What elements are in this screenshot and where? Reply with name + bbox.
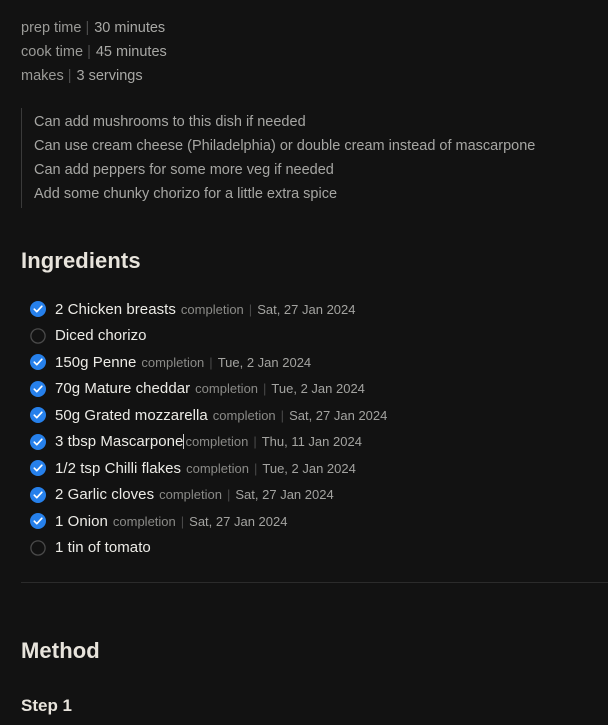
note-line: Can add mushrooms to this dish if needed <box>34 114 306 130</box>
ingredient-separator: | <box>180 513 185 529</box>
ingredient-name[interactable]: 50g Grated mozzarella <box>55 407 208 424</box>
metadata-value: 45 minutes <box>95 44 167 60</box>
ingredient-separator: | <box>280 407 285 423</box>
ingredient-name[interactable]: 1 Onion <box>55 513 108 530</box>
metadata-key: cook time <box>21 44 84 60</box>
ingredient-separator: | <box>209 354 213 370</box>
ingredient-row[interactable]: 150g Penne completion | Tue, 2 Jan 2024 <box>30 349 590 376</box>
ingredient-completion-label: completion <box>112 513 176 529</box>
ingredient-separator: | <box>253 434 257 450</box>
ingredient-completion-label: completion <box>186 460 249 476</box>
note-line: Add some chunky chorizo for a little ext… <box>34 186 338 202</box>
ingredient-row[interactable]: 70g Mature cheddar completion | Tue, 2 Jan … <box>30 376 590 403</box>
metadata-value: 30 minutes <box>94 20 166 36</box>
ingredient-row[interactable]: 50g Grated mozzarella completion | Sat, 27 … <box>30 402 590 429</box>
ingredient-completion-date: Sat, 27 Jan 2024 <box>235 487 334 503</box>
check-circle-filled-icon[interactable] <box>30 433 46 450</box>
ingredients-list: 2 Chicken breasts completion | Sat, 27 Jan … <box>21 296 590 561</box>
check-circle-filled-icon[interactable] <box>30 460 46 477</box>
ingredient-completion-date: Sat, 27 Jan 2024 <box>289 407 388 423</box>
metadata-separator: | <box>85 20 90 36</box>
ingredient-row[interactable]: 1/2 tsp Chilli flakes completion | Tue, 2 J… <box>30 455 590 482</box>
ingredient-name[interactable]: 1/2 tsp Chilli flakes <box>55 460 181 477</box>
text-cursor <box>183 434 185 450</box>
check-circle-filled-icon[interactable] <box>30 513 46 530</box>
ingredient-completion-label: completion <box>180 301 244 317</box>
ingredient-separator: | <box>263 381 267 397</box>
ingredient-row[interactable]: 1 tin of tomato <box>30 535 590 562</box>
ingredient-name[interactable]: 2 Chicken breasts <box>55 301 176 318</box>
ingredient-completion-label: completion <box>195 381 259 397</box>
recipe-notes-blockquote: Can add mushrooms to this dish if needed… <box>21 108 590 208</box>
check-circle-filled-icon[interactable] <box>30 407 46 424</box>
ingredient-completion-date: Sat, 27 Jan 2024 <box>257 301 356 317</box>
ingredient-name[interactable]: 3 tbsp Mascarpone <box>55 433 183 450</box>
step-1-heading: Step 1 <box>21 696 73 715</box>
ingredient-separator: | <box>253 460 258 476</box>
metadata-value: 3 servings <box>76 68 143 84</box>
section-divider <box>21 582 608 583</box>
circle-outline-icon[interactable] <box>30 540 46 556</box>
step-section: Step 1 <box>21 696 590 716</box>
ingredient-completion-label: completion <box>141 354 205 370</box>
metadata-separator: | <box>87 44 91 60</box>
ingredient-name[interactable]: 150g Penne <box>55 354 136 371</box>
ingredient-row[interactable]: Diced chorizo <box>30 323 590 350</box>
check-circle-filled-icon[interactable] <box>30 486 46 503</box>
ingredient-completion-label: completion <box>212 407 276 423</box>
check-circle-filled-icon[interactable] <box>30 354 46 371</box>
recipe-metadata: prep time | 30 minutes cook time | 45 minutes… <box>21 0 590 88</box>
ingredient-completion-date: Tue, 2 Jan 2024 <box>262 460 356 476</box>
check-circle-filled-icon[interactable] <box>30 380 46 397</box>
metadata-separator: | <box>67 68 72 84</box>
note-line: Can use cream cheese (Philadelphia) or d… <box>34 138 536 154</box>
ingredient-completion-label: completion <box>185 434 249 450</box>
ingredient-name[interactable]: 70g Mature cheddar <box>55 380 190 397</box>
ingredient-separator: | <box>248 301 253 317</box>
circle-outline-icon[interactable] <box>30 328 46 344</box>
ingredient-row[interactable]: 1 Onion completion | Sat, 27 Jan 2024 <box>30 508 590 535</box>
metadata-key: makes <box>21 68 64 84</box>
ingredient-completion-date: Sat, 27 Jan 2024 <box>189 513 288 529</box>
ingredient-row[interactable]: 2 Chicken breasts completion | Sat, 27 Jan … <box>30 296 590 323</box>
ingredient-completion-label: completion <box>159 487 222 503</box>
note-line: Can add peppers for some more veg if nee… <box>34 162 334 178</box>
metadata-row: makes | 3 servings <box>21 64 590 88</box>
metadata-row: cook time | 45 minutes <box>21 40 590 64</box>
method-heading: Method <box>21 638 100 663</box>
ingredient-completion-date: Thu, 11 Jan 2024 <box>261 434 362 450</box>
metadata-row: prep time | 30 minutes <box>21 16 590 40</box>
method-section: Method <box>21 638 590 664</box>
ingredient-name[interactable]: 2 Garlic cloves <box>55 486 154 503</box>
ingredient-name[interactable]: Diced chorizo <box>55 327 147 344</box>
ingredient-completion-date: Tue, 2 Jan 2024 <box>271 381 365 397</box>
ingredient-separator: | <box>227 487 231 503</box>
metadata-key: prep time <box>21 20 82 36</box>
ingredient-name[interactable]: 1 tin of tomato <box>55 539 151 556</box>
check-circle-filled-icon[interactable] <box>30 301 46 318</box>
ingredient-row[interactable]: 3 tbsp Mascarpone completion | Thu, 11 Jan … <box>30 429 590 456</box>
ingredients-heading: Ingredients <box>21 248 141 273</box>
ingredient-row[interactable]: 2 Garlic cloves completion | Sat, 27 Jan 20… <box>30 482 590 509</box>
ingredient-completion-date: Tue, 2 Jan 2024 <box>217 354 312 370</box>
recipe-note-page: prep time | 30 minutes cook time | 45 minutes… <box>0 0 608 725</box>
